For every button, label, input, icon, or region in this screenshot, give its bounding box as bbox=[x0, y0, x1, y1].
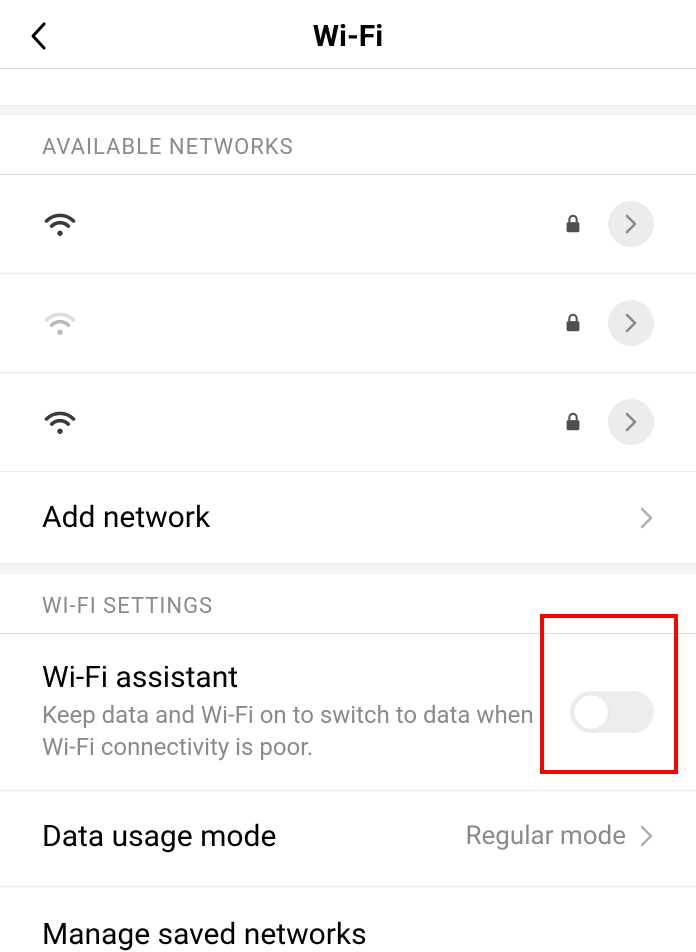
chevron-right-icon bbox=[640, 506, 654, 530]
network-details-button[interactable] bbox=[608, 399, 654, 445]
wifi-assistant-toggle[interactable] bbox=[570, 691, 654, 733]
network-row[interactable] bbox=[0, 175, 696, 274]
add-network-row[interactable]: Add network bbox=[0, 472, 696, 564]
add-network-label: Add network bbox=[42, 500, 640, 535]
network-row[interactable] bbox=[0, 274, 696, 373]
section-divider bbox=[0, 105, 696, 115]
wifi-icon bbox=[42, 206, 78, 242]
network-details-button[interactable] bbox=[608, 300, 654, 346]
chevron-left-icon bbox=[29, 21, 47, 51]
wifi-assistant-desc: Keep data and Wi-Fi on to switch to data… bbox=[42, 699, 560, 764]
toggle-knob bbox=[574, 695, 608, 729]
section-header-available: AVAILABLE NETWORKS bbox=[0, 115, 696, 175]
network-row[interactable] bbox=[0, 373, 696, 472]
wifi-assistant-title: Wi-Fi assistant bbox=[42, 660, 560, 695]
lock-icon bbox=[562, 411, 584, 433]
chevron-right-icon bbox=[625, 412, 637, 432]
section-divider bbox=[0, 564, 696, 574]
network-details-button[interactable] bbox=[608, 201, 654, 247]
chevron-right-icon bbox=[625, 313, 637, 333]
header-bar: Wi-Fi bbox=[0, 0, 696, 69]
data-usage-value: Regular mode bbox=[465, 821, 626, 851]
wifi-icon bbox=[42, 404, 78, 440]
chevron-right-icon bbox=[640, 824, 654, 848]
header-title: Wi-Fi bbox=[0, 19, 696, 54]
wifi-assistant-row[interactable]: Wi-Fi assistant Keep data and Wi-Fi on t… bbox=[0, 634, 696, 791]
lock-icon bbox=[562, 312, 584, 334]
wifi-icon bbox=[42, 305, 78, 341]
wifi-assistant-text: Wi-Fi assistant Keep data and Wi-Fi on t… bbox=[42, 660, 570, 764]
manage-saved-networks-row[interactable]: Manage saved networks bbox=[0, 887, 696, 952]
manage-saved-title: Manage saved networks bbox=[42, 917, 654, 952]
back-button[interactable] bbox=[24, 22, 52, 50]
lock-icon bbox=[562, 213, 584, 235]
section-header-settings: WI-FI SETTINGS bbox=[0, 574, 696, 634]
data-usage-mode-row[interactable]: Data usage mode Regular mode bbox=[0, 791, 696, 887]
data-usage-title: Data usage mode bbox=[42, 819, 465, 854]
chevron-right-icon bbox=[625, 214, 637, 234]
top-gap bbox=[0, 69, 696, 105]
